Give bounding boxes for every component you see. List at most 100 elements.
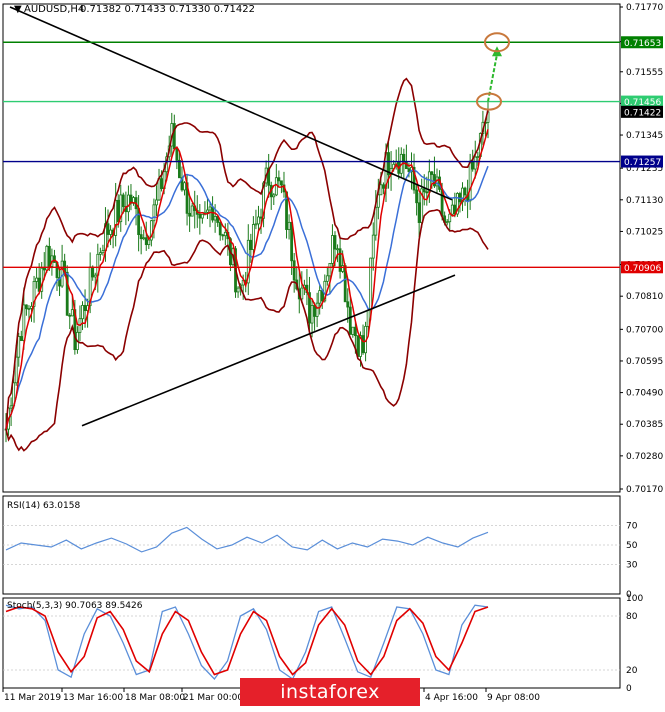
rsi-panel: 7050300 — [3, 521, 638, 600]
main-price-panel — [3, 6, 620, 452]
candle-body — [346, 301, 350, 308]
stoch-tick-label: 0 — [626, 684, 632, 694]
candle-body — [361, 335, 365, 354]
rsi-label: RSI(14) 63.0158 — [7, 501, 80, 511]
candle-body — [35, 277, 39, 282]
candle-body — [155, 199, 158, 206]
candle-body — [152, 204, 156, 222]
candle-body — [98, 252, 102, 255]
candle-body — [206, 209, 209, 213]
y-tick-label: 0.71130 — [626, 196, 663, 206]
price-level-tag-text: 0.70906 — [624, 264, 661, 274]
candle-body — [338, 248, 342, 272]
candle-body — [101, 250, 105, 254]
y-tick-label: 0.70595 — [626, 357, 663, 367]
y-tick-label: 0.71025 — [626, 227, 663, 237]
candle-body — [280, 180, 283, 186]
candle-body — [9, 405, 13, 409]
candle-body — [144, 237, 148, 246]
candle-body — [47, 245, 51, 267]
candle-body — [109, 229, 112, 235]
x-tick-label: 4 Apr 16:00 — [425, 693, 478, 703]
x-tick-label: 13 Mar 16:00 — [63, 693, 123, 703]
candle-body — [93, 274, 97, 278]
rsi-tick-label: 30 — [626, 561, 638, 571]
candle-body — [379, 184, 383, 196]
candle-body — [127, 194, 130, 213]
candle-body — [218, 222, 222, 236]
candle-body — [70, 309, 74, 317]
candle-body — [236, 287, 240, 293]
candle-body — [328, 263, 332, 277]
candle-body — [251, 224, 255, 250]
candle-body — [60, 260, 64, 287]
candle-body — [300, 287, 304, 300]
candle-body — [142, 237, 146, 240]
candle-body — [318, 290, 322, 304]
candle-body — [325, 275, 329, 282]
price-level-tag-text: 0.71257 — [624, 158, 661, 168]
candle-body — [139, 234, 143, 240]
x-tick-label: 21 Mar 00:00 — [183, 693, 243, 703]
y-tick-label: 0.70170 — [626, 485, 663, 495]
y-tick-label: 0.70810 — [626, 292, 663, 302]
candle-body — [190, 205, 194, 217]
candle-body — [25, 304, 28, 310]
candle-body — [178, 159, 181, 179]
candle-body — [121, 194, 125, 207]
candle-body — [221, 234, 225, 237]
candle-body — [198, 213, 202, 219]
candle-body — [272, 194, 276, 198]
candle-body — [17, 336, 21, 358]
candle-body — [157, 178, 161, 201]
descending-trendline — [9, 6, 453, 201]
candle-body — [425, 191, 429, 194]
candle-body — [369, 257, 373, 311]
candle-body — [417, 202, 421, 223]
ohlc-readout: 0.71382 0.71433 0.71330 0.71422 — [80, 4, 255, 15]
x-tick-label: 18 Mar 08:00 — [125, 693, 185, 703]
candle-body — [333, 235, 337, 250]
x-tick-label: 9 Apr 08:00 — [487, 693, 540, 703]
candle-body — [468, 160, 472, 202]
candle-body — [374, 206, 378, 236]
candle-body — [249, 239, 253, 250]
candle-body — [371, 234, 375, 259]
candle-body — [353, 326, 357, 337]
y-tick-label: 0.70700 — [626, 325, 663, 335]
y-tick-label: 0.70385 — [626, 420, 663, 430]
candle-body — [27, 308, 31, 310]
candle-body — [200, 213, 204, 219]
watermark-logo: instaforex — [240, 678, 420, 706]
x-tick-label: 11 Mar 2019 — [4, 693, 61, 703]
price-level-tag-text: 0.71653 — [624, 39, 661, 49]
y-tick-label: 0.70490 — [626, 389, 663, 399]
symbol-label: AUDUSD,H4 — [24, 4, 84, 15]
candle-body — [277, 177, 281, 182]
candle-body — [310, 305, 314, 324]
candle-body — [402, 153, 406, 163]
candle-body — [315, 302, 319, 317]
candle-body — [183, 182, 186, 191]
candle-body — [45, 245, 49, 271]
candle-body — [19, 336, 23, 341]
candle-body — [450, 204, 454, 215]
y-tick-label: 0.71770 — [626, 3, 663, 13]
candle-body — [430, 171, 434, 175]
candle-body — [433, 174, 436, 187]
candle-body — [422, 188, 426, 193]
candle-body — [336, 248, 339, 251]
stoch-signal-line — [5, 606, 489, 676]
candle-body — [208, 206, 212, 211]
candle-body — [471, 160, 475, 170]
candle-body — [287, 221, 291, 230]
candle-body — [188, 212, 192, 217]
symbol-arrow-icon[interactable]: ▼ — [14, 4, 22, 15]
candle-body — [106, 223, 110, 235]
candle-body — [175, 148, 179, 161]
candle-body — [382, 184, 385, 189]
candle-body — [116, 199, 120, 223]
stoch-tick-label: 100 — [626, 594, 643, 604]
candle-body — [22, 304, 26, 341]
trading-chart: 7050300 10080200 0.717700.716550.715550.… — [0, 0, 665, 708]
